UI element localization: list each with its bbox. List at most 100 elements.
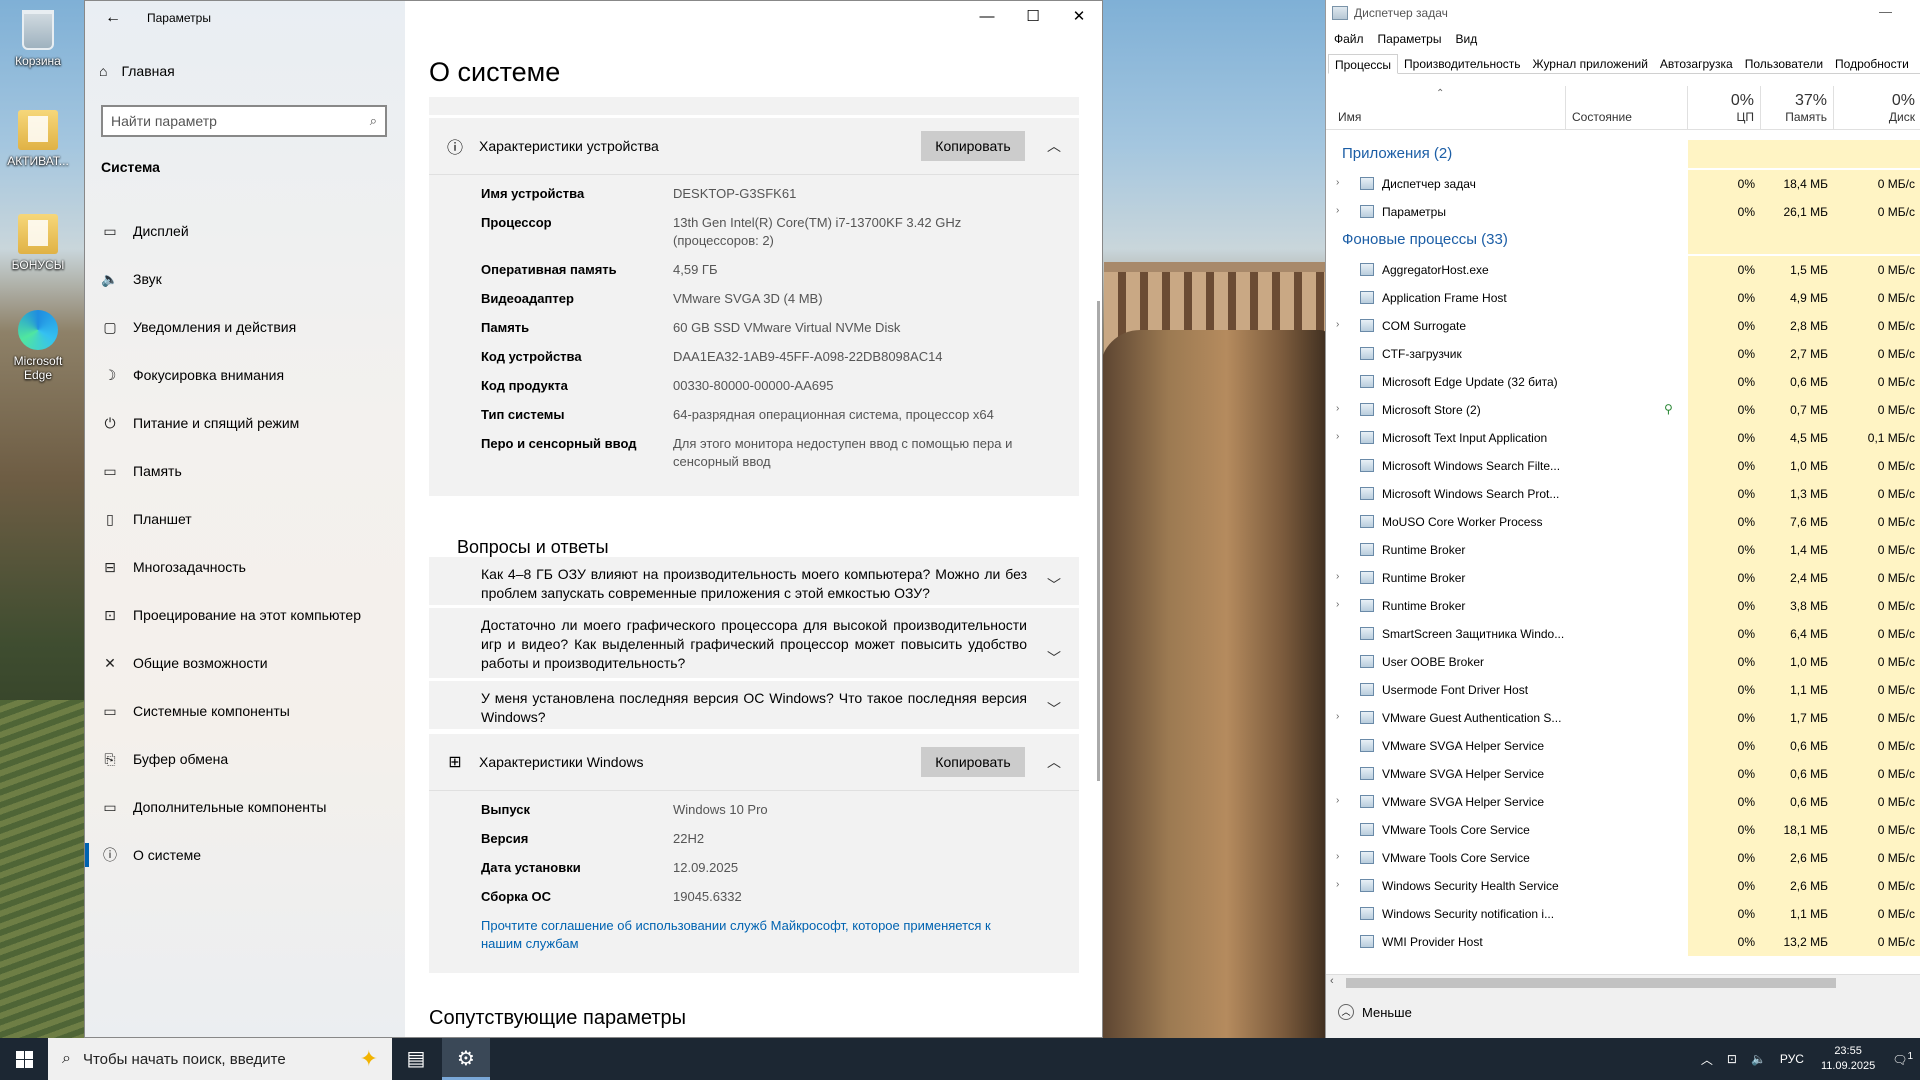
chevron-up-icon[interactable]: ︿ — [1047, 752, 1061, 772]
desktop-icon-activator[interactable]: АКТИВАТ... — [0, 110, 76, 168]
chevron-up-icon[interactable]: ︿ — [1701, 1051, 1713, 1068]
tab-startup[interactable]: Автозагрузка — [1654, 54, 1739, 74]
maximize-button[interactable]: ☐ — [1010, 1, 1056, 33]
taskbar-task-manager[interactable]: ▤ — [392, 1038, 440, 1080]
process-row[interactable]: WMI Provider Host 0% 13,2 МБ 0 МБ/с — [1326, 928, 1920, 956]
fewer-details-button[interactable]: ︿ Меньше — [1338, 1004, 1412, 1020]
process-row[interactable]: Microsoft Windows Search Prot... 0% 1,3 МБ… — [1326, 480, 1920, 508]
taskbar-search-input[interactable]: ⌕ Чтобы начать поиск, введите ✦ — [48, 1038, 392, 1080]
column-name[interactable]: ⌃ Имя — [1326, 86, 1566, 130]
process-row[interactable]: Windows Security notification i... 0% 1,1 … — [1326, 900, 1920, 928]
expand-chevron-icon[interactable]: › — [1336, 403, 1339, 414]
process-row[interactable]: VMware SVGA Helper Service 0% 0,6 МБ 0 МБ/с — [1326, 732, 1920, 760]
close-button[interactable]: ✕ — [1056, 1, 1102, 33]
notification-icon[interactable]: 🗨1 — [1892, 1051, 1913, 1067]
expand-chevron-icon[interactable]: › — [1336, 879, 1339, 890]
process-row[interactable]: › Runtime Broker 0% 3,8 МБ 0 МБ/с — [1326, 592, 1920, 620]
sidebar-nav-item[interactable]: 🔈 Звук — [85, 255, 405, 303]
process-row[interactable]: › VMware Guest Authentication S... 0% 1,7 М… — [1326, 704, 1920, 732]
process-row[interactable]: › Windows Security Health Service 0% 2,6 МБ… — [1326, 872, 1920, 900]
sidebar-nav-item[interactable]: ⊟ Многозадачность — [85, 543, 405, 591]
process-row[interactable]: MoUSO Core Worker Process 0% 7,6 МБ 0 МБ/с — [1326, 508, 1920, 536]
sidebar-nav-item[interactable]: ▭ Дополнительные компоненты — [85, 783, 405, 831]
taskbar-settings[interactable]: ⚙ — [442, 1038, 490, 1080]
expand-chevron-icon[interactable]: › — [1336, 205, 1339, 216]
column-memory[interactable]: 37% Память — [1761, 86, 1834, 130]
sidebar-nav-item[interactable]: ⊡ Проецирование на этот компьютер — [85, 591, 405, 639]
sidebar-nav-item[interactable]: ☽ Фокусировка внимания — [85, 351, 405, 399]
scrollbar-thumb[interactable] — [1346, 978, 1836, 988]
settings-search-input[interactable]: Найти параметр ⌕ — [101, 105, 387, 137]
process-row[interactable]: Runtime Broker 0% 1,4 МБ 0 МБ/с — [1326, 536, 1920, 564]
chevron-up-icon[interactable]: ︿ — [1047, 136, 1061, 156]
start-button[interactable] — [0, 1038, 48, 1080]
qa-item[interactable]: Достаточно ли моего графического процесс… — [429, 608, 1079, 678]
sidebar-home[interactable]: ⌂ Главная — [99, 63, 175, 79]
services-agreement-link[interactable]: Прочтите соглашение об использовании слу… — [429, 917, 1079, 953]
qa-item[interactable]: У меня установлена последняя версия ОС W… — [429, 681, 1079, 729]
process-row[interactable]: › Параметры 0% 26,1 МБ 0 МБ/с — [1326, 198, 1920, 226]
sidebar-nav-item[interactable]: ▭ Системные компоненты — [85, 687, 405, 735]
expand-chevron-icon[interactable]: › — [1336, 711, 1339, 722]
scrollbar[interactable] — [1097, 301, 1100, 781]
expand-chevron-icon[interactable]: › — [1336, 431, 1339, 442]
menu-options[interactable]: Параметры — [1378, 32, 1442, 46]
copy-windows-specs-button[interactable]: Копировать — [921, 747, 1025, 777]
column-disk[interactable]: 0% Диск — [1834, 86, 1920, 130]
sidebar-nav-item[interactable]: ▯ Планшет — [85, 495, 405, 543]
sidebar-nav-item[interactable]: ▭ Дисплей — [85, 207, 405, 255]
desktop-icon-bonuses[interactable]: БОНУСЫ — [0, 214, 76, 272]
expand-chevron-icon[interactable]: › — [1336, 177, 1339, 188]
process-row[interactable]: VMware Tools Core Service 0% 18,1 МБ 0 МБ/с — [1326, 816, 1920, 844]
column-cpu[interactable]: 0% ЦП — [1688, 86, 1761, 130]
tab-processes[interactable]: Процессы — [1328, 54, 1399, 74]
process-row[interactable]: › Диспетчер задач 0% 18,4 МБ 0 МБ/с — [1326, 170, 1920, 198]
copy-device-specs-button[interactable]: Копировать — [921, 131, 1025, 161]
clock[interactable]: 23:55 11.09.2025 — [1821, 1044, 1875, 1074]
expand-chevron-icon[interactable]: › — [1336, 795, 1339, 806]
process-row[interactable]: › Microsoft Text Input Application 0% 4,5 М… — [1326, 424, 1920, 452]
sidebar-nav-item[interactable]: ✕ Общие возможности — [85, 639, 405, 687]
column-status[interactable]: Состояние — [1566, 86, 1688, 130]
process-row[interactable]: Microsoft Windows Search Filte... 0% 1,0 М… — [1326, 452, 1920, 480]
tab-app-history[interactable]: Журнал приложений — [1527, 54, 1654, 74]
tab-users[interactable]: Пользователи — [1739, 54, 1829, 74]
menu-view[interactable]: Вид — [1455, 32, 1477, 46]
process-row[interactable]: VMware SVGA Helper Service 0% 0,6 МБ 0 МБ/с — [1326, 760, 1920, 788]
expand-chevron-icon[interactable]: › — [1336, 319, 1339, 330]
process-row[interactable]: SmartScreen Защитника Windo... 0% 6,4 МБ 0 … — [1326, 620, 1920, 648]
process-row[interactable]: Application Frame Host 0% 4,9 МБ 0 МБ/с — [1326, 284, 1920, 312]
sidebar-nav-item[interactable]: ▭ Память — [85, 447, 405, 495]
expand-chevron-icon[interactable]: › — [1336, 851, 1339, 862]
horizontal-scrollbar[interactable]: ‹ — [1326, 974, 1920, 990]
back-button[interactable]: ← — [97, 5, 129, 31]
minimize-button[interactable]: — — [964, 1, 1010, 33]
process-row[interactable]: User OOBE Broker 0% 1,0 МБ 0 МБ/с — [1326, 648, 1920, 676]
process-row[interactable]: Microsoft Edge Update (32 бита) 0% 0,6 МБ 0… — [1326, 368, 1920, 396]
minimize-button[interactable]: — — [1879, 4, 1892, 19]
sidebar-nav-item[interactable]: ⏻ Питание и спящий режим — [85, 399, 405, 447]
process-row[interactable]: AggregatorHost.exe 0% 1,5 МБ 0 МБ/с — [1326, 256, 1920, 284]
network-icon[interactable]: ⊡ — [1727, 1052, 1737, 1066]
qa-item[interactable]: Как 4–8 ГБ ОЗУ влияют на производительно… — [429, 557, 1079, 605]
expand-chevron-icon[interactable]: › — [1336, 599, 1339, 610]
menu-file[interactable]: Файл — [1334, 32, 1364, 46]
desktop-icon-recycle-bin[interactable]: Корзина — [0, 10, 76, 68]
volume-icon[interactable]: 🔈 — [1751, 1052, 1766, 1066]
sidebar-nav-item[interactable]: ⎘ Буфер обмена — [85, 735, 405, 783]
sidebar-nav-item[interactable]: ⓘ О системе — [85, 831, 405, 879]
process-row[interactable]: › Runtime Broker 0% 2,4 МБ 0 МБ/с — [1326, 564, 1920, 592]
process-row[interactable]: › Microsoft Store (2) ⚲ 0% 0,7 МБ 0 МБ/с — [1326, 396, 1920, 424]
process-row[interactable]: Usermode Font Driver Host 0% 1,1 МБ 0 МБ/с — [1326, 676, 1920, 704]
process-row[interactable]: › VMware SVGA Helper Service 0% 0,6 МБ 0 МБ/… — [1326, 788, 1920, 816]
sidebar-nav-item[interactable]: ▢ Уведомления и действия — [85, 303, 405, 351]
scroll-left-icon[interactable]: ‹ — [1330, 975, 1334, 987]
desktop-icon-edge[interactable]: Microsoft Edge — [0, 310, 76, 382]
process-row[interactable]: › COM Surrogate 0% 2,8 МБ 0 МБ/с — [1326, 312, 1920, 340]
tab-performance[interactable]: Производительность — [1398, 54, 1526, 74]
language-indicator[interactable]: РУС — [1780, 1052, 1804, 1066]
process-row[interactable]: CTF-загрузчик 0% 2,7 МБ 0 МБ/с — [1326, 340, 1920, 368]
process-row[interactable]: › VMware Tools Core Service 0% 2,6 МБ 0 МБ/с — [1326, 844, 1920, 872]
tab-details[interactable]: Подробности — [1829, 54, 1915, 74]
expand-chevron-icon[interactable]: › — [1336, 571, 1339, 582]
